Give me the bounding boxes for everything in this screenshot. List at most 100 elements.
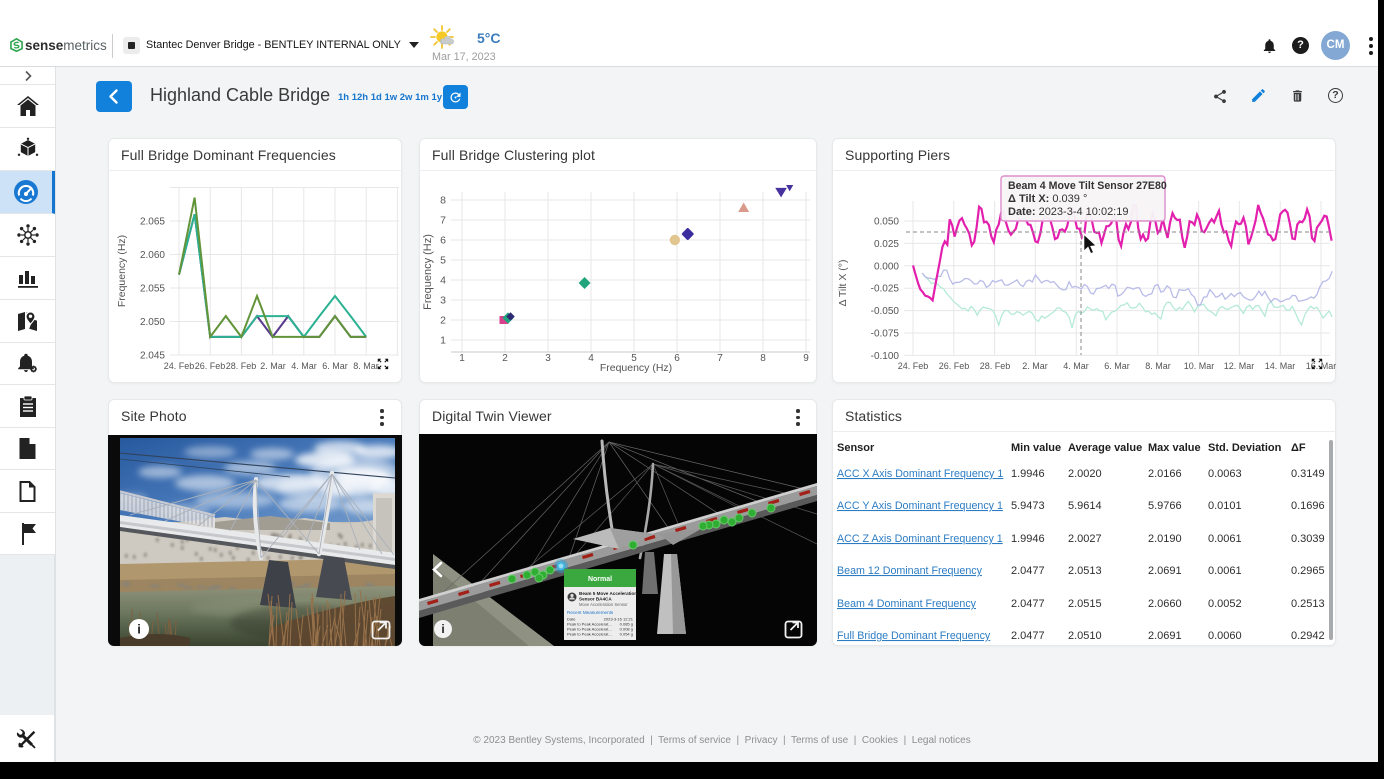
svg-text:5: 5 <box>440 255 446 267</box>
svg-text:2.0660: 2.0660 <box>1148 598 1182 610</box>
svg-text:Std. Deviation: Std. Deviation <box>1208 442 1282 454</box>
svg-text:4: 4 <box>440 275 446 287</box>
svg-text:ACC Y Axis Dominant Frequency: ACC Y Axis Dominant Frequency 1 <box>837 500 1003 512</box>
svg-text:i: i <box>137 622 141 637</box>
svg-text:2. Mar: 2. Mar <box>260 361 286 371</box>
svg-text:-0.100: -0.100 <box>871 351 900 362</box>
svg-text:3: 3 <box>545 353 551 364</box>
svg-text:6. Mar: 6. Mar <box>1104 361 1130 371</box>
svg-text:16. Mar: 16. Mar <box>1306 361 1336 371</box>
svg-text:28. Feb: 28. Feb <box>226 361 257 371</box>
svg-text:0.054 g: 0.054 g <box>620 632 633 637</box>
svg-text:0.0101: 0.0101 <box>1208 500 1242 512</box>
svg-text:7: 7 <box>440 215 446 227</box>
svg-text:1: 1 <box>459 353 465 364</box>
svg-text:2.0513: 2.0513 <box>1068 565 1102 577</box>
svg-text:5.9614: 5.9614 <box>1068 500 1102 512</box>
svg-text:Max value: Max value <box>1148 442 1201 454</box>
svg-text:9: 9 <box>803 353 809 364</box>
svg-text:i: i <box>441 622 444 636</box>
svg-text:Date: 2023-3-4 10:02:19: Date: 2023-3-4 10:02:19 <box>1008 206 1128 218</box>
svg-text:Beam 5 Move Acceleration: Beam 5 Move Acceleration <box>579 591 637 596</box>
svg-text:0.025: 0.025 <box>874 239 899 250</box>
svg-text:Average value: Average value <box>1068 442 1142 454</box>
svg-text:8: 8 <box>760 353 766 364</box>
svg-text:24. Feb: 24. Feb <box>898 361 929 371</box>
svg-text:ACC Z Axis Dominant Frequency: ACC Z Axis Dominant Frequency 1 <box>837 533 1003 545</box>
svg-text:2.0020: 2.0020 <box>1068 468 1102 480</box>
svg-text:0.050: 0.050 <box>874 217 899 228</box>
svg-text:0.000: 0.000 <box>874 261 899 272</box>
svg-text:Move Acceleration Sensor: Move Acceleration Sensor <box>579 602 628 607</box>
svg-text:-0.075: -0.075 <box>871 329 900 340</box>
svg-text:2.0190: 2.0190 <box>1148 533 1182 545</box>
svg-text:3: 3 <box>440 295 446 307</box>
svg-text:0.3039: 0.3039 <box>1291 533 1325 545</box>
svg-text:Δ Tilt X: 0.039 °: Δ Tilt X: 0.039 ° <box>1008 193 1087 205</box>
svg-text:8. Mar: 8. Mar <box>353 361 379 371</box>
svg-text:ΔF: ΔF <box>1291 442 1306 454</box>
svg-text:0.0060: 0.0060 <box>1208 630 1242 642</box>
svg-text:14. Mar: 14. Mar <box>1265 361 1296 371</box>
svg-text:8: 8 <box>440 195 446 207</box>
svg-text:0.2942: 0.2942 <box>1291 630 1325 642</box>
svg-text:Min value: Min value <box>1011 442 1061 454</box>
svg-text:24. Feb: 24. Feb <box>164 361 195 371</box>
svg-text:Frequency (Hz): Frequency (Hz) <box>116 235 128 307</box>
svg-text:6: 6 <box>440 235 446 247</box>
svg-text:2.0477: 2.0477 <box>1011 565 1045 577</box>
svg-text:2.0691: 2.0691 <box>1148 565 1182 577</box>
svg-text:Beam 12 Dominant Frequency: Beam 12 Dominant Frequency <box>837 565 983 577</box>
svg-text:0.3149: 0.3149 <box>1291 468 1325 480</box>
svg-text:0.0063: 0.0063 <box>1208 468 1242 480</box>
svg-text:0.0061: 0.0061 <box>1208 565 1242 577</box>
svg-text:0.2965: 0.2965 <box>1291 565 1325 577</box>
svg-text:Peak to Peak Accelerat...: Peak to Peak Accelerat... <box>567 632 612 637</box>
svg-text:Beam 4 Dominant Frequency: Beam 4 Dominant Frequency <box>837 598 977 610</box>
svg-text:Sensor: Sensor <box>837 442 875 454</box>
svg-text:Frequency (Hz): Frequency (Hz) <box>422 234 434 310</box>
svg-text:2.065: 2.065 <box>140 217 165 228</box>
svg-text:10. Mar: 10. Mar <box>1184 361 1215 371</box>
svg-text:4. Mar: 4. Mar <box>1063 361 1089 371</box>
svg-text:4: 4 <box>588 353 594 364</box>
svg-text:2.0166: 2.0166 <box>1148 468 1182 480</box>
svg-text:Beam 4 Move Tilt Sensor 27E80: Beam 4 Move Tilt Sensor 27E80 <box>1008 180 1167 192</box>
svg-text:Normal: Normal <box>588 576 612 583</box>
svg-text:2. Mar: 2. Mar <box>1022 361 1048 371</box>
svg-text:2.060: 2.060 <box>140 250 165 261</box>
svg-text:Sensor BA4CA: Sensor BA4CA <box>579 597 612 602</box>
svg-text:5.9766: 5.9766 <box>1148 500 1182 512</box>
svg-text:Recent Measurements: Recent Measurements <box>567 610 614 615</box>
svg-text:2: 2 <box>502 353 508 364</box>
svg-text:8. Mar: 8. Mar <box>1145 361 1171 371</box>
svg-text:2.0691: 2.0691 <box>1148 630 1182 642</box>
svg-text:6: 6 <box>674 353 680 364</box>
svg-text:1: 1 <box>440 335 446 347</box>
svg-text:2.045: 2.045 <box>140 351 165 362</box>
svg-text:Δ Tilt X (°): Δ Tilt X (°) <box>837 260 849 307</box>
svg-text:-0.025: -0.025 <box>871 284 900 295</box>
svg-text:ACC X Axis Dominant Frequency: ACC X Axis Dominant Frequency 1 <box>837 468 1003 480</box>
svg-text:12. Mar: 12. Mar <box>1224 361 1255 371</box>
svg-text:Full Bridge Dominant Frequency: Full Bridge Dominant Frequency <box>837 630 991 642</box>
svg-text:2.0477: 2.0477 <box>1011 630 1045 642</box>
svg-text:-0.050: -0.050 <box>871 306 900 317</box>
svg-text:28. Feb: 28. Feb <box>980 361 1011 371</box>
svg-text:6. Mar: 6. Mar <box>322 361 348 371</box>
svg-text:5.9473: 5.9473 <box>1011 500 1045 512</box>
svg-text:2.055: 2.055 <box>140 284 165 295</box>
svg-text:2: 2 <box>440 315 446 327</box>
svg-text:26. Feb: 26. Feb <box>195 361 226 371</box>
svg-text:2.0477: 2.0477 <box>1011 598 1045 610</box>
svg-text:0.0061: 0.0061 <box>1208 533 1242 545</box>
svg-text:2.0027: 2.0027 <box>1068 533 1102 545</box>
svg-text:7: 7 <box>717 353 723 364</box>
svg-text:0.2513: 0.2513 <box>1291 598 1325 610</box>
svg-text:Frequency (Hz): Frequency (Hz) <box>600 362 672 374</box>
svg-text:1.9946: 1.9946 <box>1011 468 1045 480</box>
svg-text:26. Feb: 26. Feb <box>939 361 970 371</box>
svg-text:0.1696: 0.1696 <box>1291 500 1325 512</box>
svg-text:0.0052: 0.0052 <box>1208 598 1242 610</box>
svg-text:2.0510: 2.0510 <box>1068 630 1102 642</box>
